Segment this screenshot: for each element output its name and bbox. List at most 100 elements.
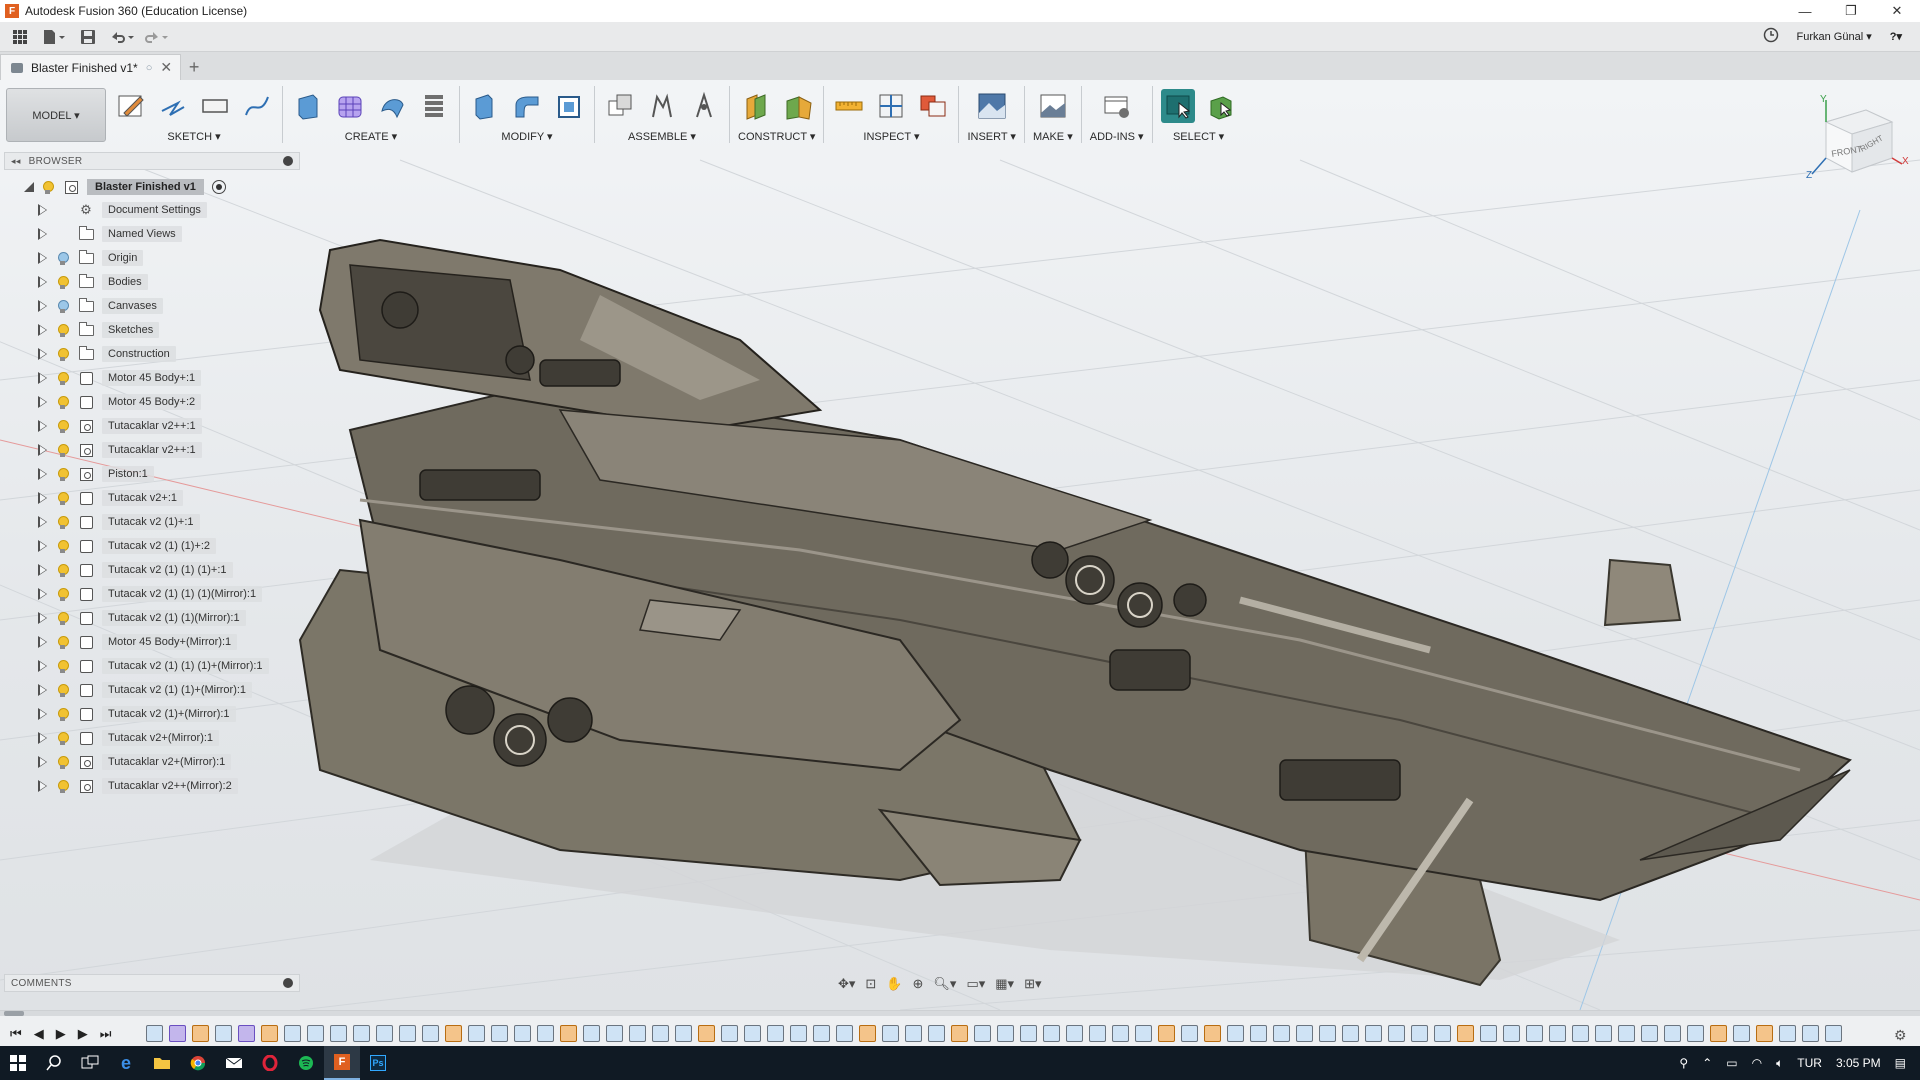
- zoom-icon[interactable]: ⊕: [913, 976, 924, 992]
- browser-tree-item[interactable]: Tutacak v2 (1) (1)(Mirror):1: [4, 606, 300, 630]
- visibility-bulb-icon[interactable]: [57, 395, 69, 409]
- timeline-feature-icon[interactable]: [629, 1025, 646, 1042]
- timeline-feature-icon[interactable]: [1089, 1025, 1106, 1042]
- close-window-button[interactable]: ✕: [1874, 0, 1920, 22]
- timeline-feature-icon[interactable]: [721, 1025, 738, 1042]
- scripts-addins-icon[interactable]: [1100, 89, 1134, 123]
- fillet-icon[interactable]: [510, 89, 544, 123]
- visibility-bulb-icon[interactable]: [57, 443, 69, 457]
- browser-tree-item[interactable]: Tutacaklar v2++(Mirror):2: [4, 774, 300, 798]
- save-icon[interactable]: [74, 25, 102, 49]
- browser-tree-item[interactable]: Tutacak v2 (1) (1) (1)(Mirror):1: [4, 582, 300, 606]
- create-menu[interactable]: CREATE ▾: [345, 130, 397, 143]
- new-tab-button[interactable]: +: [181, 54, 207, 80]
- timeline-feature-icon[interactable]: [514, 1025, 531, 1042]
- timeline-feature-icon[interactable]: [1158, 1025, 1175, 1042]
- browser-tree-item[interactable]: Tutacak v2 (1) (1)+(Mirror):1: [4, 678, 300, 702]
- expand-triangle-icon[interactable]: [38, 324, 47, 336]
- expand-triangle-icon[interactable]: [38, 204, 47, 216]
- viewcube[interactable]: FRONT RIGHT Y Z X: [1806, 94, 1910, 194]
- visibility-bulb-icon[interactable]: [57, 563, 69, 577]
- timeline-feature-icon[interactable]: [1825, 1025, 1842, 1042]
- spline-icon[interactable]: [240, 89, 274, 123]
- form-icon[interactable]: [333, 89, 367, 123]
- add-comment-icon[interactable]: [283, 978, 293, 988]
- activate-component-icon[interactable]: [211, 180, 226, 194]
- timeline-feature-icon[interactable]: [1273, 1025, 1290, 1042]
- timeline-feature-icon[interactable]: [1250, 1025, 1267, 1042]
- file-explorer-icon[interactable]: [144, 1046, 180, 1080]
- expand-triangle-icon[interactable]: [38, 420, 47, 432]
- expand-triangle-icon[interactable]: [38, 732, 47, 744]
- timeline-settings-gear-icon[interactable]: ⚙: [1894, 1027, 1907, 1044]
- browser-tree-item[interactable]: Bodies: [4, 270, 300, 294]
- extrude-icon[interactable]: [291, 89, 325, 123]
- document-tab[interactable]: Blaster Finished v1* ○ ✕: [0, 54, 182, 80]
- clock-time[interactable]: 3:05 PM: [1836, 1056, 1881, 1070]
- visibility-bulb-icon[interactable]: [57, 611, 69, 625]
- sketch-menu[interactable]: SKETCH ▾: [167, 130, 220, 143]
- display-settings-icon[interactable]: ▭▾: [966, 976, 985, 992]
- attached-canvas-icon[interactable]: [975, 89, 1009, 123]
- browser-tree-item[interactable]: Tutacaklar v2+(Mirror):1: [4, 750, 300, 774]
- press-pull-icon[interactable]: [468, 89, 502, 123]
- select-menu[interactable]: SELECT ▾: [1173, 130, 1224, 143]
- timeline-feature-icon[interactable]: [606, 1025, 623, 1042]
- expand-triangle-icon[interactable]: [38, 756, 47, 768]
- browser-tree-item[interactable]: Construction: [4, 342, 300, 366]
- user-account-menu[interactable]: Furkan Günal ▾: [1797, 30, 1872, 43]
- expand-triangle-icon[interactable]: [38, 780, 47, 792]
- timeline-feature-icon[interactable]: [1434, 1025, 1451, 1042]
- visibility-bulb-icon[interactable]: [57, 251, 69, 265]
- timeline-feature-icon[interactable]: [560, 1025, 577, 1042]
- timeline-scroll-thumb[interactable]: [4, 1011, 24, 1016]
- create-sketch-icon[interactable]: [114, 89, 148, 123]
- timeline-feature-icon[interactable]: [1227, 1025, 1244, 1042]
- pattern-icon[interactable]: [417, 89, 451, 123]
- timeline-feature-icon[interactable]: [1342, 1025, 1359, 1042]
- inspect-menu[interactable]: INSPECT ▾: [863, 130, 919, 143]
- 3d-print-icon[interactable]: [1036, 89, 1070, 123]
- browser-tree-item[interactable]: Motor 45 Body+(Mirror):1: [4, 630, 300, 654]
- expand-triangle-icon[interactable]: [38, 348, 47, 360]
- collapse-triangle-icon[interactable]: [24, 182, 34, 192]
- timeline-feature-icon[interactable]: [1135, 1025, 1152, 1042]
- visibility-bulb-icon[interactable]: [57, 467, 69, 481]
- timeline-feature-icon[interactable]: [652, 1025, 669, 1042]
- visibility-bulb-icon[interactable]: [57, 539, 69, 553]
- line-icon[interactable]: [156, 89, 190, 123]
- timeline-feature-icon[interactable]: [1549, 1025, 1566, 1042]
- expand-triangle-icon[interactable]: [38, 252, 47, 264]
- timeline-feature-icon[interactable]: [169, 1025, 186, 1042]
- timeline-feature-icon[interactable]: [882, 1025, 899, 1042]
- timeline-feature-icon[interactable]: [1687, 1025, 1704, 1042]
- file-menu-icon[interactable]: [40, 25, 68, 49]
- timeline-feature-icon[interactable]: [1641, 1025, 1658, 1042]
- browser-tree-item[interactable]: Tutacak v2 (1)+(Mirror):1: [4, 702, 300, 726]
- modify-menu[interactable]: MODIFY ▾: [501, 130, 552, 143]
- section-analysis-icon[interactable]: [874, 89, 908, 123]
- expand-triangle-icon[interactable]: [38, 708, 47, 720]
- viewports-icon[interactable]: ⊞▾: [1024, 976, 1041, 992]
- browser-root-node[interactable]: Blaster Finished v1: [4, 176, 300, 198]
- expand-triangle-icon[interactable]: [38, 564, 47, 576]
- expand-triangle-icon[interactable]: [38, 468, 47, 480]
- search-icon[interactable]: [36, 1046, 72, 1080]
- timeline-feature-icon[interactable]: [1296, 1025, 1313, 1042]
- timeline-feature-icon[interactable]: [1595, 1025, 1612, 1042]
- play-icon[interactable]: ▶: [56, 1026, 66, 1042]
- joint-icon[interactable]: [645, 89, 679, 123]
- expand-triangle-icon[interactable]: [38, 636, 47, 648]
- timeline-feature-icon[interactable]: [1503, 1025, 1520, 1042]
- timeline-feature-icon[interactable]: [1526, 1025, 1543, 1042]
- interference-icon[interactable]: [916, 89, 950, 123]
- expand-triangle-icon[interactable]: [38, 660, 47, 672]
- step-forward-icon[interactable]: ▶: [78, 1026, 88, 1042]
- browser-tree-item[interactable]: Canvases: [4, 294, 300, 318]
- input-language[interactable]: TUR: [1797, 1056, 1822, 1070]
- browser-tree-item[interactable]: Motor 45 Body+:1: [4, 366, 300, 390]
- timeline-feature-icon[interactable]: [698, 1025, 715, 1042]
- timeline-feature-icon[interactable]: [1480, 1025, 1497, 1042]
- expand-triangle-icon[interactable]: [38, 228, 47, 240]
- timeline-feature-icon[interactable]: [1572, 1025, 1589, 1042]
